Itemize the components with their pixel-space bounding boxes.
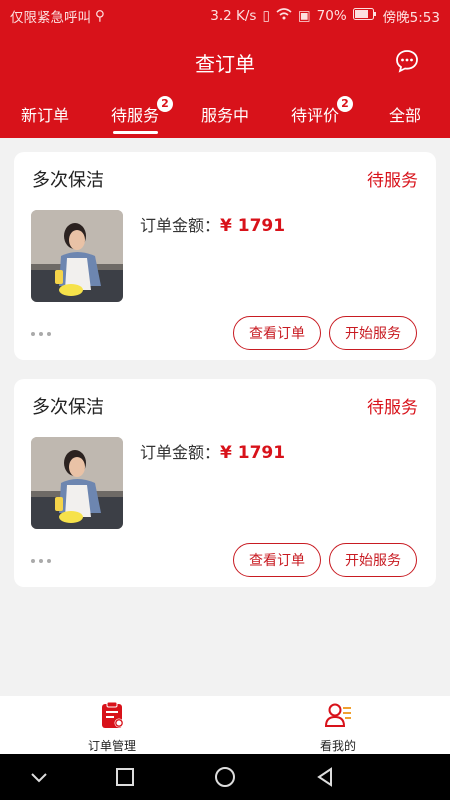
tab-all[interactable]: 全部 bbox=[389, 102, 421, 126]
message-bubble-icon bbox=[396, 50, 418, 73]
tab-new-orders[interactable]: 新订单 bbox=[21, 102, 69, 126]
user-profile-icon bbox=[324, 703, 351, 727]
message-button[interactable] bbox=[394, 48, 420, 74]
tab-in-service[interactable]: 服务中 bbox=[201, 102, 249, 126]
start-service-button[interactable]: 开始服务 bbox=[329, 316, 417, 350]
order-amount: 订单金额：¥ 1791 bbox=[140, 212, 285, 236]
sim-icon: ▣ bbox=[297, 8, 311, 24]
view-order-button[interactable]: 查看订单 bbox=[233, 316, 321, 350]
tab-label: 服务中 bbox=[200, 106, 250, 125]
status-left: 仅限紧急呼叫 ⚲ bbox=[10, 6, 105, 26]
tab-badge: 2 bbox=[157, 96, 174, 112]
amount-label: 订单金额： bbox=[140, 216, 221, 235]
bottom-nav: 订单管理 看我的 bbox=[0, 696, 450, 754]
order-amount: 订单金额：¥ 1791 bbox=[140, 439, 285, 463]
tab-badge: 2 bbox=[337, 96, 354, 112]
status-bar: 仅限紧急呼叫 ⚲ 3.2 K/s ▯ ▣ 70% 傍晚5:53 bbox=[0, 0, 450, 32]
nav-label: 订单管理 bbox=[87, 739, 136, 753]
tab-label: 新订单 bbox=[20, 106, 70, 125]
amount-label: 订单金额： bbox=[140, 443, 221, 462]
nav-label: 看我的 bbox=[319, 739, 356, 753]
order-status: 待服务 bbox=[367, 398, 418, 418]
back-icon[interactable] bbox=[314, 766, 336, 788]
order-tabs: 新订单 待服务 2 服务中 待评价 2 全部 bbox=[0, 92, 450, 138]
tab-pending-review[interactable]: 待评价 2 bbox=[290, 96, 354, 126]
carrier-text: 仅限紧急呼叫 bbox=[10, 10, 91, 26]
battery-percent: 70% bbox=[316, 8, 347, 24]
clock: 傍晚5:53 bbox=[382, 10, 440, 26]
service-thumbnail bbox=[31, 437, 123, 529]
battery-icon bbox=[352, 8, 377, 24]
network-speed: 3.2 K/s bbox=[210, 8, 257, 24]
home-icon[interactable] bbox=[214, 766, 236, 788]
status-right: 3.2 K/s ▯ ▣ 70% 傍晚5:53 bbox=[210, 6, 440, 26]
tab-label: 待评价 bbox=[290, 106, 340, 125]
service-thumbnail bbox=[31, 210, 123, 302]
amount-value: ¥ 1791 bbox=[220, 216, 286, 236]
tab-label: 全部 bbox=[388, 106, 422, 125]
view-order-button[interactable]: 查看订单 bbox=[233, 543, 321, 577]
tab-pending-service[interactable]: 待服务 2 bbox=[110, 96, 174, 126]
order-status: 待服务 bbox=[367, 171, 418, 191]
tab-label: 待服务 bbox=[110, 106, 160, 125]
order-card[interactable]: 多次保洁 待服务 订单金额：¥ 1791 查看订单 开始服务 bbox=[14, 379, 436, 587]
page-title: 查订单 bbox=[195, 52, 255, 76]
app-header: 查订单 新订单 待服务 2 服务中 待评价 2 全部 bbox=[0, 32, 450, 138]
nav-my-profile[interactable]: 看我的 bbox=[288, 700, 388, 754]
usb-icon: ⚲ bbox=[95, 8, 105, 24]
amount-value: ¥ 1791 bbox=[220, 443, 286, 463]
more-dots-icon[interactable] bbox=[31, 332, 51, 336]
more-dots-icon[interactable] bbox=[31, 559, 51, 563]
collapse-chevron-icon[interactable] bbox=[28, 766, 50, 788]
vibrate-icon: ▯ bbox=[262, 8, 270, 24]
order-clipboard-icon bbox=[102, 701, 124, 728]
wifi-icon bbox=[276, 8, 292, 24]
service-name: 多次保洁 bbox=[32, 397, 104, 418]
system-nav-bar bbox=[0, 754, 450, 800]
service-name: 多次保洁 bbox=[32, 170, 104, 191]
start-service-button[interactable]: 开始服务 bbox=[329, 543, 417, 577]
active-tab-indicator bbox=[113, 131, 158, 134]
nav-order-management[interactable]: 订单管理 bbox=[62, 700, 162, 754]
recent-apps-icon[interactable] bbox=[114, 766, 136, 788]
order-card[interactable]: 多次保洁 待服务 订单金额：¥ 1791 查看订单 开始服务 bbox=[14, 152, 436, 360]
